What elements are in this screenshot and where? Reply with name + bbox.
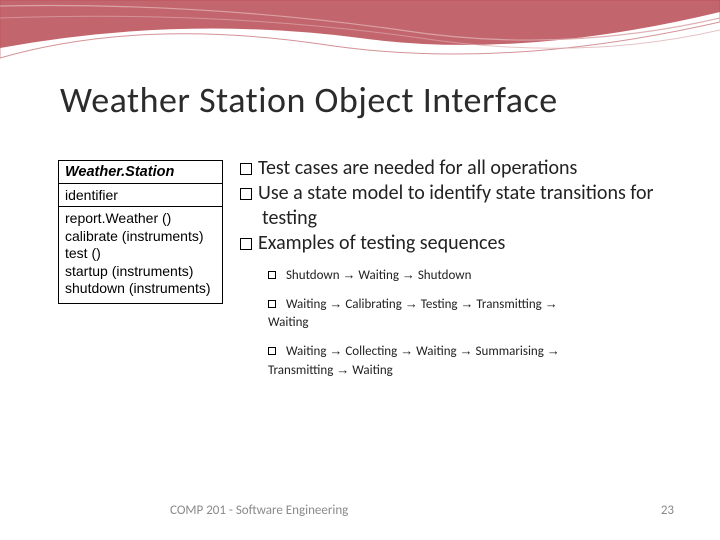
bullet-item: Test cases are needed for all operations (240, 156, 670, 180)
sub-bullet-list: Shutdown → Waiting → Shutdown Waiting → … (240, 266, 670, 380)
square-bullet-icon (240, 238, 252, 250)
square-bullet-icon (268, 300, 276, 308)
uml-op: test () (65, 245, 216, 263)
uml-op: calibrate (instruments) (65, 228, 216, 246)
uml-class-name: Weather.Station (59, 161, 222, 184)
sub-bullet-item: Waiting → Collecting → Waiting → Summari… (268, 342, 670, 379)
square-bullet-icon (240, 163, 252, 175)
square-bullet-icon (240, 188, 252, 200)
bullet-text: Use a state model to identify state tran… (258, 181, 654, 229)
bullet-item: Use a state model to identify state tran… (240, 181, 670, 230)
slide-title: Weather Station Object Interface (60, 78, 558, 122)
bullet-text: Examples of testing sequences (258, 231, 505, 255)
slide-number: 23 (661, 503, 674, 518)
uml-operations: report.Weather () calibrate (instruments… (59, 207, 222, 303)
square-bullet-icon (268, 347, 276, 355)
uml-attribute: identifier (59, 184, 222, 207)
footer-course: COMP 201 - Software Engineering (170, 503, 348, 518)
uml-class-box: Weather.Station identifier report.Weathe… (58, 160, 223, 304)
square-bullet-icon (268, 271, 276, 279)
sub-bullet-item: Waiting → Calibrating → Testing → Transm… (268, 295, 670, 331)
sub-bullet-item: Shutdown → Waiting → Shutdown (268, 266, 670, 285)
uml-op: shutdown (instruments) (65, 280, 216, 298)
bullet-text: Test cases are needed for all operations (258, 156, 577, 180)
decorative-swoosh (0, 0, 720, 90)
bullet-list: Test cases are needed for all operations… (240, 156, 670, 390)
uml-op: startup (instruments) (65, 263, 216, 281)
bullet-item: Examples of testing sequences (240, 231, 670, 255)
uml-op: report.Weather () (65, 210, 216, 228)
